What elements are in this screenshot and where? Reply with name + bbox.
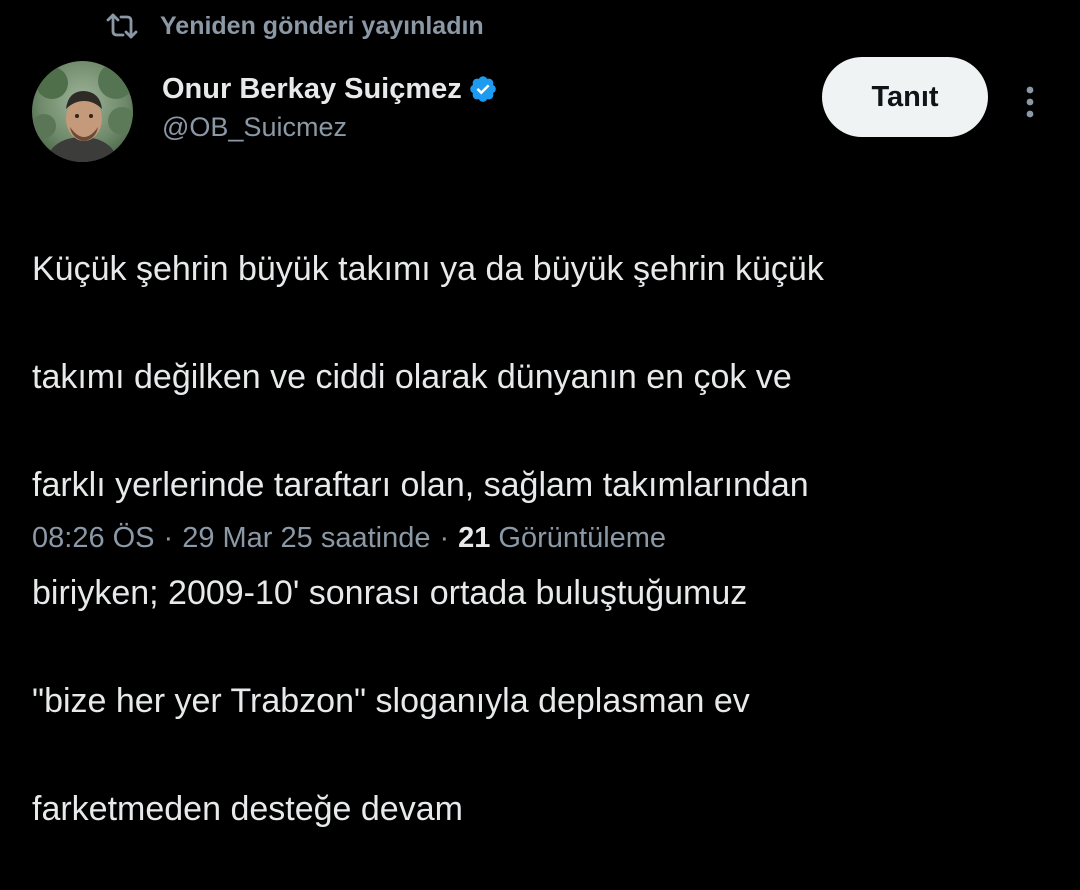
author-block: Onur Berkay Suiçmez @OB_Suicmez bbox=[162, 70, 498, 143]
tweet-text-line: biriyken; 2009-10' sonrası ortada buluşt… bbox=[32, 574, 748, 612]
meta-separator: · bbox=[163, 522, 174, 554]
more-vertical-icon[interactable] bbox=[1012, 78, 1048, 126]
meta-separator: · bbox=[439, 522, 450, 554]
tweet-time[interactable]: 08:26 ÖS bbox=[32, 522, 155, 555]
tweet-date[interactable]: 29 Mar 25 saatinde bbox=[182, 522, 430, 555]
follow-button[interactable]: Tanıt bbox=[822, 57, 988, 137]
views-count: 21 bbox=[458, 522, 491, 554]
tweet-text-line: "bize her yer Trabzon" sloganıyla deplas… bbox=[32, 682, 750, 720]
verified-badge-icon[interactable] bbox=[468, 74, 498, 104]
display-name-row: Onur Berkay Suiçmez bbox=[162, 70, 498, 108]
tweet-text-line: farketmeden desteğe devam bbox=[32, 790, 463, 828]
tweet-text-line: takımı değilken ve ciddi olarak dünyanın… bbox=[32, 358, 792, 396]
views-label: Görüntüleme bbox=[498, 522, 667, 554]
avatar[interactable] bbox=[32, 61, 133, 162]
user-handle[interactable]: @OB_Suicmez bbox=[162, 112, 498, 143]
display-name[interactable]: Onur Berkay Suiçmez bbox=[162, 73, 462, 106]
repost-indicator: Yeniden gönderi yayınladın bbox=[104, 8, 484, 44]
tweet-meta: 08:26 ÖS · 29 Mar 25 saatinde · 21 Görün… bbox=[32, 522, 666, 555]
tweet-text-line: farklı yerlerinde taraftarı olan, sağlam… bbox=[32, 466, 809, 504]
retweet-icon bbox=[104, 11, 140, 41]
tweet-text-line: Küçük şehrin büyük takımı ya da büyük şe… bbox=[32, 250, 824, 288]
repost-label: Yeniden gönderi yayınladın bbox=[160, 11, 484, 40]
